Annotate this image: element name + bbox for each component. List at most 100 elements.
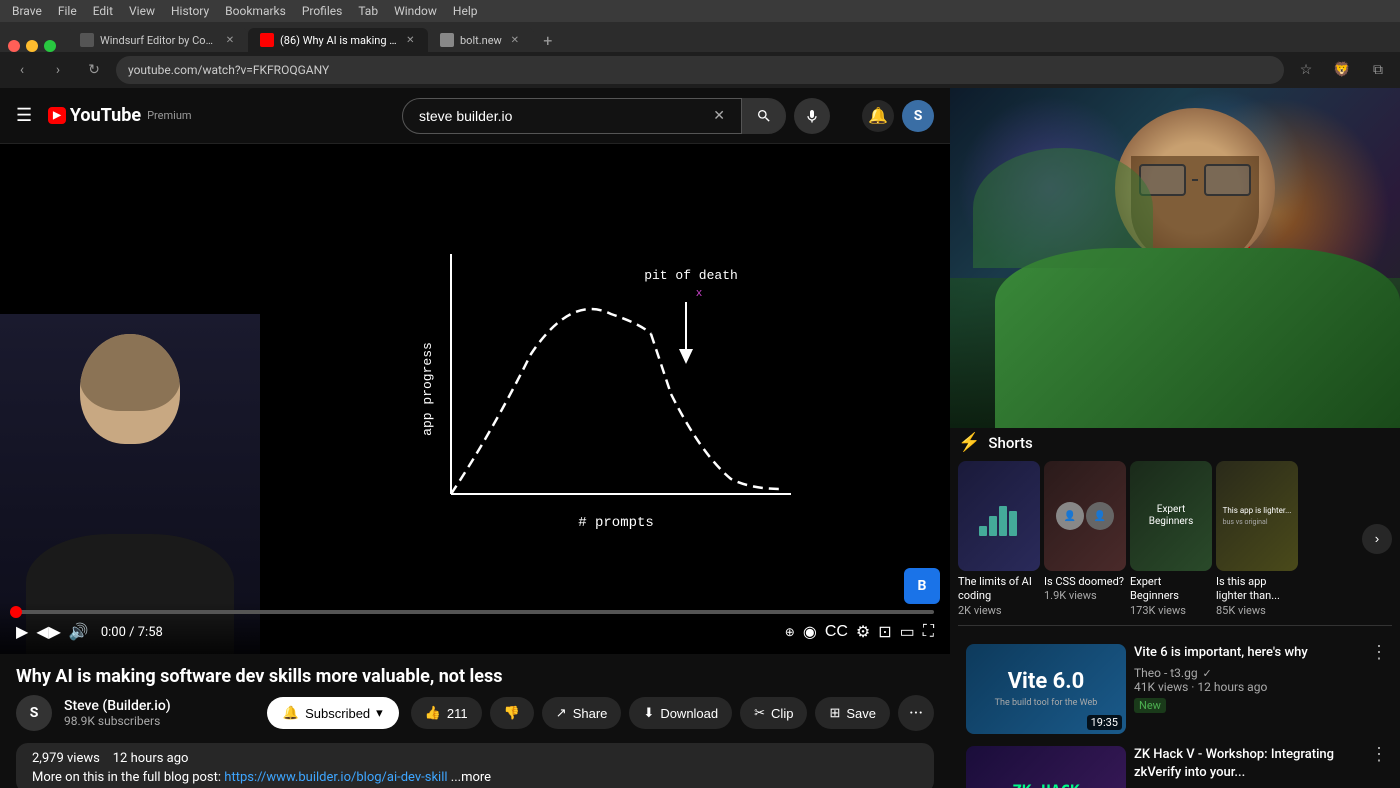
- short-card-1[interactable]: 👤 👤 Is CSS doomed? 1.9K views: [1044, 461, 1126, 617]
- menu-view[interactable]: View: [129, 4, 155, 18]
- fullscreen-button[interactable]: ⛶: [923, 623, 934, 641]
- browser-tab-bolt[interactable]: bolt.new ✕: [428, 28, 534, 52]
- clip-button[interactable]: ✂ Clip: [740, 697, 807, 729]
- menu-brave[interactable]: Brave: [12, 4, 42, 18]
- menu-hamburger-icon[interactable]: ☰: [16, 105, 32, 126]
- recommended-videos: Vite 6.0 The build tool for the Web 19:3…: [950, 630, 1400, 788]
- dislike-button[interactable]: 👎: [490, 697, 534, 729]
- tab-close-windsurf[interactable]: ✕: [224, 33, 236, 47]
- short-views-1: 1.9K views: [1044, 589, 1126, 602]
- channel-avatar-letter: S: [30, 705, 39, 721]
- video-controls: ▶ ◀▶ 🔊 0:00 / 7:58 ⊕ ◉ CC ⚙ ⊡ ▭: [0, 602, 950, 654]
- youtube-premium-text: Premium: [147, 109, 191, 122]
- notifications-button[interactable]: 🔔: [862, 100, 894, 132]
- autoplay-button[interactable]: ⊕: [785, 625, 795, 639]
- right-panel: ⚡ Shorts The limits of AI coding 2K view…: [950, 88, 1400, 788]
- short-views-3: 85K views: [1216, 604, 1298, 617]
- new-tab-button[interactable]: +: [534, 28, 562, 52]
- menu-profiles[interactable]: Profiles: [302, 4, 343, 18]
- short-card-2[interactable]: Expert Beginners Expert Beginners 173K v…: [1130, 461, 1212, 617]
- time-separator: /: [129, 625, 138, 640]
- builder-watermark: B: [904, 568, 940, 604]
- search-input[interactable]: [419, 108, 713, 124]
- rec-more-button-1[interactable]: ⋮: [1370, 744, 1388, 765]
- theater-button[interactable]: ▭: [900, 622, 915, 642]
- traffic-light-minimize[interactable]: [26, 40, 38, 52]
- volume-button[interactable]: 🔊: [69, 622, 89, 642]
- address-bar[interactable]: youtube.com/watch?v=FKFROQGANY: [116, 56, 1284, 84]
- menu-tab[interactable]: Tab: [358, 4, 378, 18]
- short-card-3[interactable]: This app is lighter... bus vs original I…: [1216, 461, 1298, 617]
- channel-row: S Steve (Builder.io) 98.9K subscribers 🔔…: [16, 695, 934, 731]
- tab-label-bolt: bolt.new: [460, 34, 502, 47]
- like-button[interactable]: 👍 211: [411, 697, 482, 729]
- tab-favicon-bolt: [440, 33, 454, 47]
- video-area: app progress # prompts pit of death x: [0, 144, 950, 654]
- channel-info: Steve (Builder.io) 98.9K subscribers: [64, 698, 255, 728]
- download-button[interactable]: ⬇ Download: [629, 697, 732, 729]
- voice-search-button[interactable]: [794, 98, 830, 134]
- menu-help[interactable]: Help: [453, 4, 478, 18]
- user-avatar[interactable]: S: [902, 100, 934, 132]
- brave-shield[interactable]: 🦁: [1328, 56, 1356, 84]
- tab-close-youtube[interactable]: ✕: [405, 33, 416, 47]
- streamer-background: [950, 88, 1400, 428]
- total-duration: 7:58: [138, 625, 163, 640]
- back-button[interactable]: ‹: [8, 56, 36, 84]
- video-description: 2,979 views 12 hours ago More on this in…: [16, 743, 934, 788]
- more-actions-button[interactable]: ···: [898, 695, 934, 731]
- ambient-button[interactable]: ◉: [803, 622, 817, 642]
- shorts-icon: ⚡: [958, 432, 980, 453]
- search-button[interactable]: [742, 98, 786, 134]
- search-clear-icon[interactable]: ✕: [713, 108, 725, 124]
- reload-button[interactable]: ↻: [80, 56, 108, 84]
- menu-history[interactable]: History: [171, 4, 209, 18]
- browser-tab-windsurf[interactable]: Windsurf Editor by Codeium ✕: [68, 28, 248, 52]
- next-button[interactable]: ◀▶: [36, 622, 61, 642]
- desc-link[interactable]: https://www.builder.io/blog/ai-dev-skill: [224, 770, 447, 785]
- menu-window[interactable]: Window: [394, 4, 437, 18]
- browser-tab-youtube[interactable]: (86) Why AI is making softw... ✕: [248, 28, 428, 52]
- tab-close-bolt[interactable]: ✕: [508, 33, 522, 47]
- short-card-0[interactable]: The limits of AI coding 2K views: [958, 461, 1040, 617]
- divider-1: [958, 625, 1392, 626]
- save-button[interactable]: ⊞ Save: [815, 697, 890, 729]
- progress-bar[interactable]: [16, 610, 934, 614]
- channel-avatar[interactable]: S: [16, 695, 52, 731]
- desc-more[interactable]: ...more: [451, 770, 491, 785]
- time-display: 0:00 / 7:58: [101, 625, 163, 640]
- rec-video-0[interactable]: Vite 6.0 The build tool for the Web 19:3…: [958, 638, 1392, 740]
- rec-title-1: ZK Hack V - Workshop: Integrating zkVeri…: [1134, 746, 1384, 782]
- rec-more-button-0[interactable]: ⋮: [1370, 642, 1388, 663]
- traffic-light-maximize[interactable]: [44, 40, 56, 52]
- forward-button[interactable]: ›: [44, 56, 72, 84]
- channel-name[interactable]: Steve (Builder.io): [64, 698, 255, 714]
- browser-chrome: Brave File Edit View History Bookmarks P…: [0, 0, 1400, 88]
- traffic-light-close[interactable]: [8, 40, 20, 52]
- menu-edit[interactable]: Edit: [93, 4, 113, 18]
- share-button[interactable]: ↗ Share: [542, 697, 622, 729]
- miniplayer-button[interactable]: ⊡: [878, 622, 891, 642]
- tab-label-windsurf: Windsurf Editor by Codeium: [100, 34, 218, 47]
- youtube-logo[interactable]: ▶ YouTube Premium: [48, 105, 191, 126]
- svg-text:pit of death: pit of death: [644, 268, 738, 283]
- subscribed-button[interactable]: 🔔 Subscribed ▾: [267, 697, 399, 729]
- like-count: 211: [447, 706, 468, 721]
- play-button[interactable]: ▶: [16, 622, 28, 642]
- captions-button[interactable]: CC: [825, 623, 848, 641]
- desc-text: More on this in the full blog post: http…: [32, 770, 918, 785]
- menu-file[interactable]: File: [58, 4, 77, 18]
- settings-button[interactable]: ⚙: [856, 622, 870, 642]
- controls-row: ▶ ◀▶ 🔊 0:00 / 7:58 ⊕ ◉ CC ⚙ ⊡ ▭: [16, 622, 934, 642]
- shorts-next-button[interactable]: ›: [1362, 524, 1392, 554]
- short-views-2: 173K views: [1130, 604, 1212, 617]
- shorts-title: Shorts: [988, 434, 1032, 452]
- youtube-header: ☰ ▶ YouTube Premium ✕ 🔔: [0, 88, 950, 144]
- shorts-header: ⚡ Shorts: [958, 432, 1392, 453]
- short-thumbnail-1: 👤 👤: [1044, 461, 1126, 571]
- rec-video-1[interactable]: ZK HACK 1:36:37 ZK Hack V - Workshop: In…: [958, 740, 1392, 788]
- new-badge-0: New: [1134, 698, 1166, 713]
- menu-bookmarks[interactable]: Bookmarks: [225, 4, 286, 18]
- extensions-button[interactable]: ⧉: [1364, 56, 1392, 84]
- bookmark-button[interactable]: ☆: [1292, 56, 1320, 84]
